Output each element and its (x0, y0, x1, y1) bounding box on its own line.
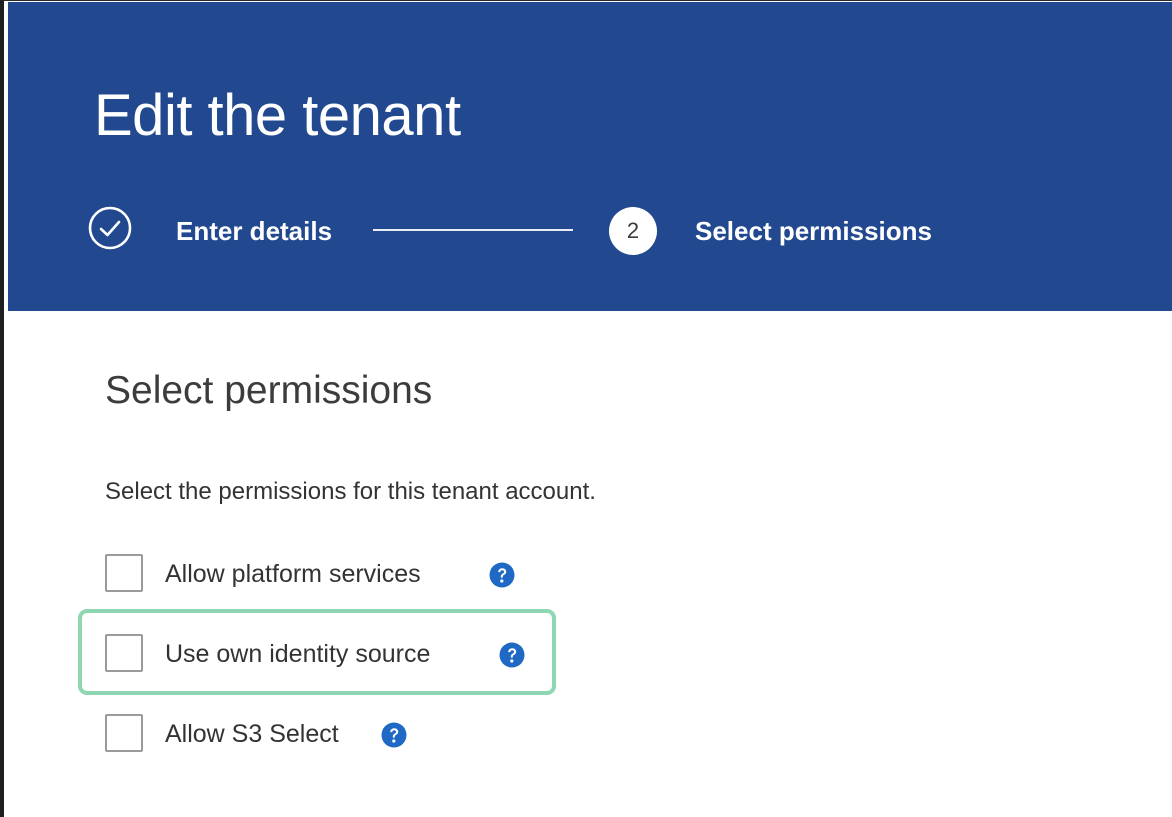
question-circle-icon[interactable] (499, 642, 525, 668)
step-1-label: Enter details (176, 216, 333, 246)
section-description: Select the permissions for this tenant a… (105, 478, 596, 505)
step-2-label: Select permissions (695, 216, 932, 246)
use-own-identity-source-label[interactable]: Use own identity source (165, 640, 430, 669)
page-header: Edit the tenant Enter details 2 Select p… (8, 2, 1172, 311)
question-circle-icon[interactable] (489, 562, 515, 588)
allow-platform-services-checkbox[interactable] (105, 554, 143, 592)
allow-platform-services-label[interactable]: Allow platform services (165, 560, 421, 589)
stepper: Enter details 2 Select permissions (88, 204, 1088, 256)
window-frame: Edit the tenant Enter details 2 Select p… (0, 0, 1172, 817)
step-connector (373, 229, 573, 231)
use-own-identity-source-checkbox[interactable] (105, 634, 143, 672)
step-2-number: 2 (609, 207, 657, 255)
section-title: Select permissions (105, 369, 433, 412)
allow-s3-select-checkbox[interactable] (105, 714, 143, 752)
check-circle-icon (88, 206, 132, 250)
allow-s3-select-label[interactable]: Allow S3 Select (165, 720, 339, 749)
question-circle-icon[interactable] (381, 722, 407, 748)
page-title: Edit the tenant (94, 83, 461, 148)
